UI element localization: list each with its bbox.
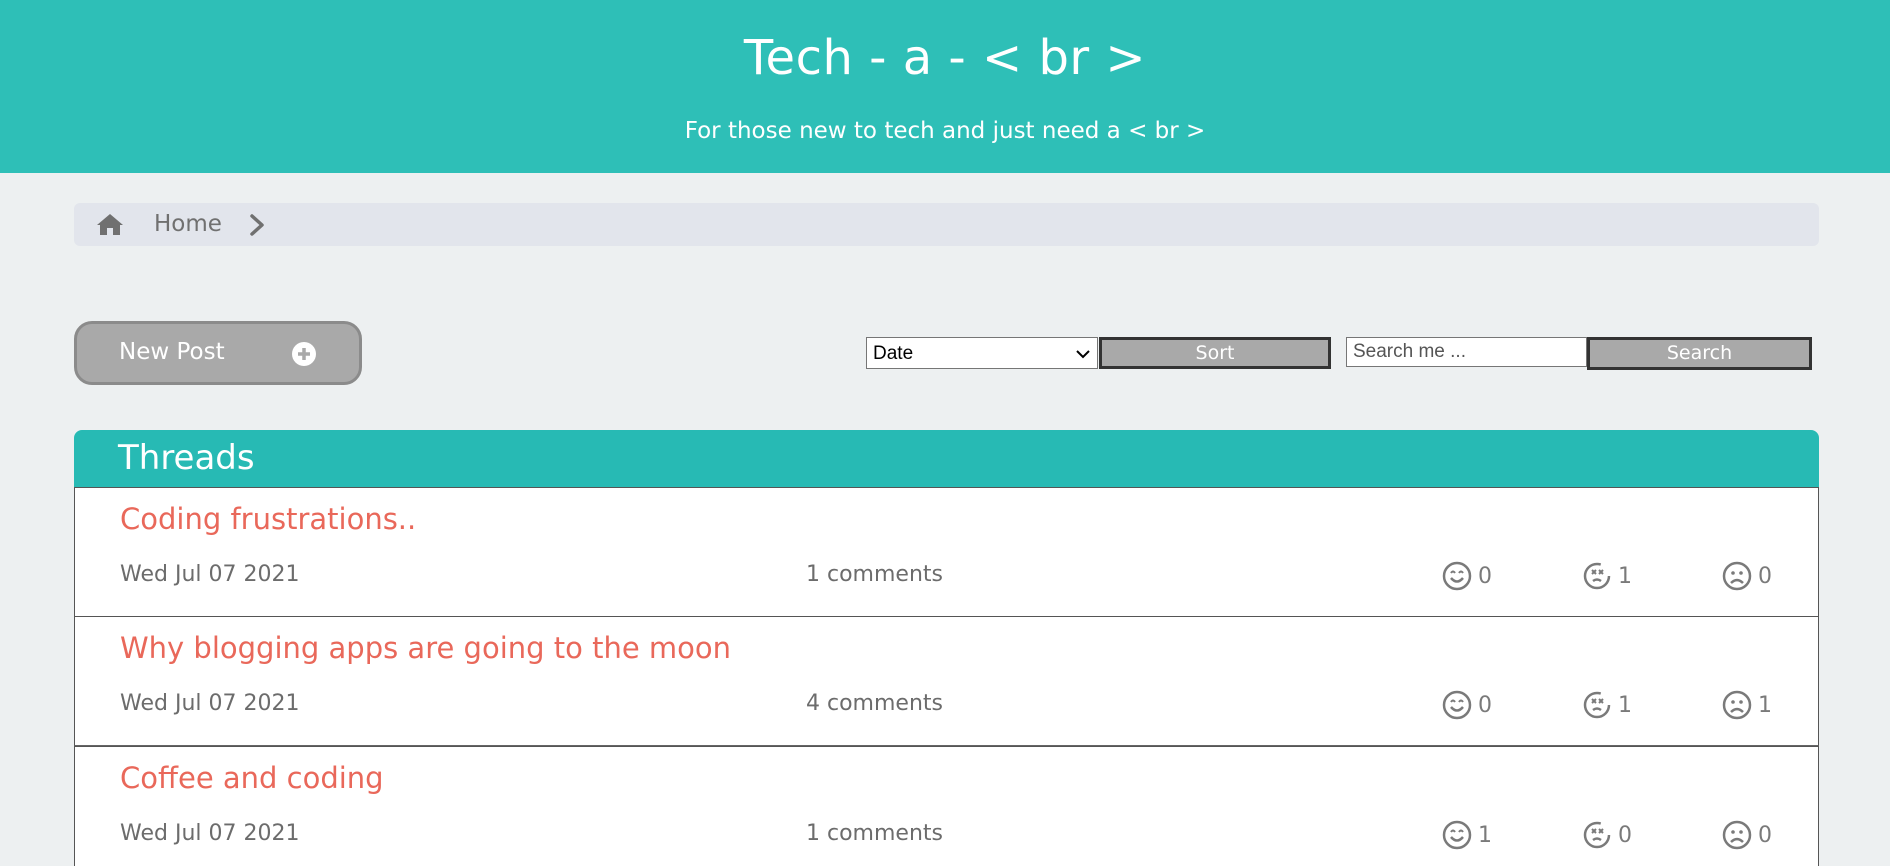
thread-title[interactable]: Coffee and coding [120, 761, 384, 795]
happy-reaction[interactable]: 0 [1442, 689, 1492, 721]
dizzy-icon [1583, 821, 1611, 849]
dizzy-count: 0 [1618, 822, 1632, 848]
happy-count: 0 [1478, 692, 1492, 718]
new-post-label: New Post [119, 339, 225, 365]
sad-icon [1722, 820, 1752, 850]
thread-title[interactable]: Why blogging apps are going to the moon [120, 631, 731, 665]
thread-date: Wed Jul 07 2021 [120, 691, 300, 716]
sort-button[interactable]: Sort [1099, 337, 1331, 369]
sad-count: 1 [1758, 692, 1772, 718]
dizzy-reaction[interactable]: 0 [1582, 819, 1632, 851]
sort-select-value: Date [873, 343, 914, 364]
site-subtitle: For those new to tech and just need a < … [684, 118, 1206, 144]
breadcrumb: Home [74, 203, 1819, 246]
dizzy-icon [1583, 691, 1611, 719]
thread-comments[interactable]: 1 comments [806, 821, 943, 846]
dizzy-count: 1 [1618, 692, 1632, 718]
dizzy-icon [1583, 562, 1611, 590]
chevron-down-icon [1076, 350, 1090, 359]
thread-item: Why blogging apps are going to the moon … [74, 616, 1819, 746]
plus-circle-icon [292, 342, 316, 366]
site-header: Tech - a - < br > For those new to tech … [0, 0, 1890, 173]
sad-reaction[interactable]: 1 [1722, 689, 1772, 721]
thread-comments[interactable]: 1 comments [806, 562, 943, 587]
sad-count: 0 [1758, 822, 1772, 848]
smile-icon [1442, 690, 1472, 720]
happy-reaction[interactable]: 0 [1442, 560, 1492, 592]
happy-count: 0 [1478, 563, 1492, 589]
happy-reaction[interactable]: 1 [1442, 819, 1492, 851]
sad-icon [1722, 690, 1752, 720]
dizzy-reaction[interactable]: 1 [1582, 689, 1632, 721]
threads-panel: Threads Coding frustrations.. Wed Jul 07… [74, 430, 1819, 866]
threads-header: Threads [74, 430, 1819, 488]
sad-count: 0 [1758, 563, 1772, 589]
sort-select[interactable]: Date [866, 337, 1098, 369]
chevron-right-icon [250, 214, 264, 236]
site-title: Tech - a - < br > [743, 30, 1147, 86]
sad-icon [1722, 561, 1752, 591]
sad-reaction[interactable]: 0 [1722, 560, 1772, 592]
thread-date: Wed Jul 07 2021 [120, 562, 300, 587]
dizzy-count: 1 [1618, 563, 1632, 589]
threads-heading: Threads [118, 438, 255, 478]
search-input[interactable]: Search me ... [1346, 337, 1587, 367]
thread-date: Wed Jul 07 2021 [120, 821, 300, 846]
search-button[interactable]: Search [1587, 337, 1812, 370]
breadcrumb-home-link[interactable]: Home [154, 211, 222, 237]
happy-count: 1 [1478, 822, 1492, 848]
thread-item: Coffee and coding Wed Jul 07 2021 1 comm… [74, 746, 1819, 866]
smile-icon [1442, 561, 1472, 591]
home-icon[interactable] [96, 212, 124, 236]
sad-reaction[interactable]: 0 [1722, 819, 1772, 851]
thread-item: Coding frustrations.. Wed Jul 07 2021 1 … [74, 487, 1819, 617]
search-placeholder: Search me ... [1353, 341, 1466, 362]
dizzy-reaction[interactable]: 1 [1582, 560, 1632, 592]
thread-comments[interactable]: 4 comments [806, 691, 943, 716]
new-post-button[interactable]: New Post [74, 321, 362, 385]
smile-icon [1442, 820, 1472, 850]
thread-title[interactable]: Coding frustrations.. [120, 502, 416, 536]
